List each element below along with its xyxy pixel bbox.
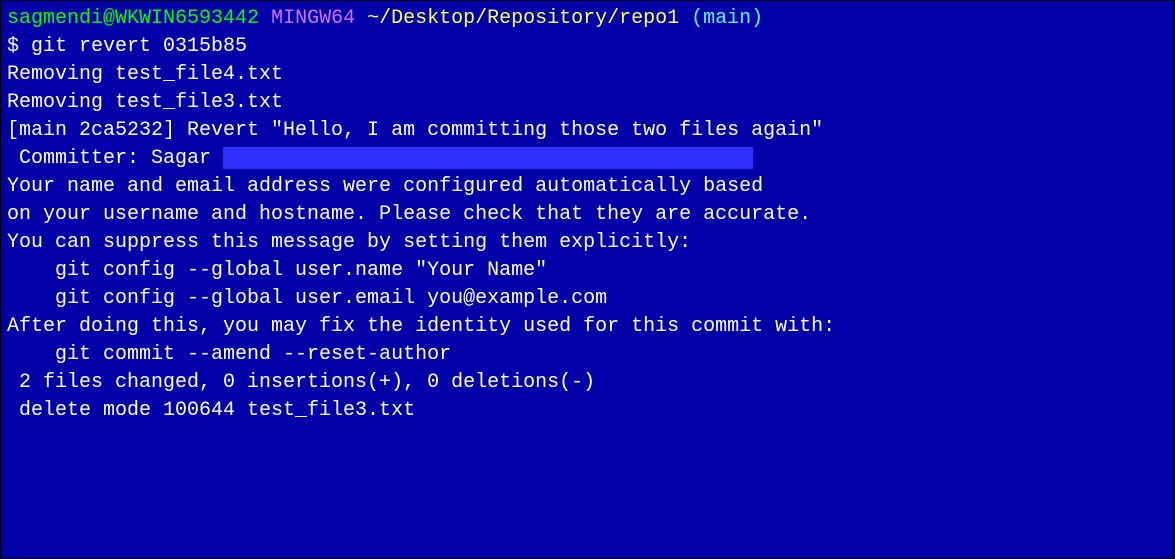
user-host: sagmendi@WKWIN6593442	[7, 7, 259, 30]
output-line: on your username and hostname. Please ch…	[7, 201, 1168, 229]
committer-prefix: Committer: Sagar	[7, 147, 223, 170]
output-line: [main 2ca5232] Revert "Hello, I am commi…	[7, 117, 1168, 145]
output-line: After doing this, you may fix the identi…	[7, 313, 1168, 341]
output-line: Removing test_file4.txt	[7, 61, 1168, 89]
working-dir: ~/Desktop/Repository/repo1	[367, 7, 679, 30]
output-line: delete mode 100644 test_file3.txt	[7, 397, 1168, 425]
branch-name: (main)	[691, 7, 763, 30]
redacted-email	[223, 147, 753, 169]
output-line: git config --global user.email you@examp…	[7, 285, 1168, 313]
output-line: Committer: Sagar	[7, 145, 1168, 173]
output-line: 2 files changed, 0 insertions(+), 0 dele…	[7, 369, 1168, 397]
command-line[interactable]: $ git revert 0315b85	[7, 33, 1168, 61]
output-line: You can suppress this message by setting…	[7, 229, 1168, 257]
prompt-line: sagmendi@WKWIN6593442 MINGW64 ~/Desktop/…	[7, 5, 1168, 33]
output-line: git commit --amend --reset-author	[7, 341, 1168, 369]
output-line: git config --global user.name "Your Name…	[7, 257, 1168, 285]
output-line: Your name and email address were configu…	[7, 173, 1168, 201]
shell-env: MINGW64	[271, 7, 355, 30]
output-line: Removing test_file3.txt	[7, 89, 1168, 117]
